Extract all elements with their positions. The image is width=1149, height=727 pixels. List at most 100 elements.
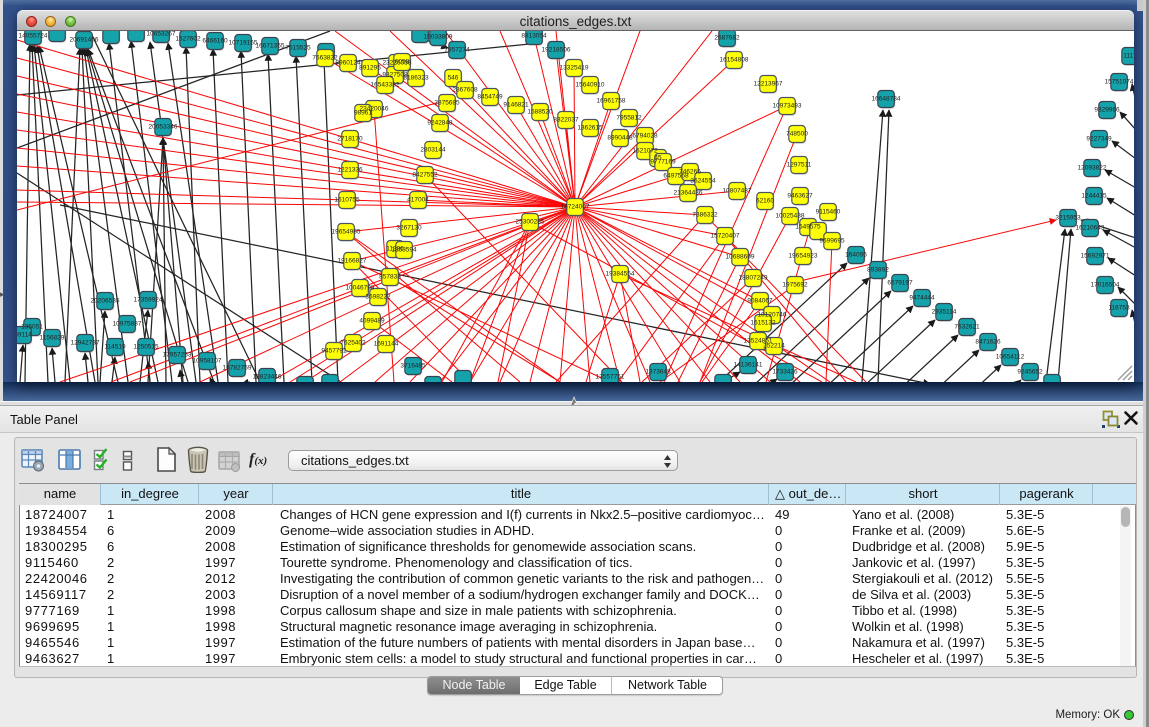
svg-text:9463627: 9463627: [787, 193, 813, 200]
svg-text:7515525: 7515525: [285, 45, 311, 52]
svg-text:10973493: 10973493: [773, 103, 802, 110]
svg-text:9777169: 9777169: [650, 159, 676, 166]
svg-text:2718170: 2718170: [337, 136, 363, 143]
svg-text:252214: 252214: [763, 343, 785, 350]
svg-text:6466160: 6466160: [202, 38, 228, 45]
svg-text:1117: 1117: [1123, 53, 1134, 60]
svg-text:8427552: 8427552: [412, 172, 438, 179]
svg-text:9146821: 9146821: [503, 102, 529, 109]
svg-text:2935114: 2935114: [932, 309, 957, 316]
svg-text:15692971: 15692971: [1081, 253, 1110, 260]
svg-text:10688609: 10688609: [726, 254, 755, 261]
svg-text:3698222: 3698222: [365, 294, 391, 301]
svg-text:12823446: 12823446: [253, 374, 282, 381]
svg-text:546: 546: [448, 75, 459, 82]
svg-text:1156829: 1156829: [40, 335, 65, 342]
svg-text:3624554: 3624554: [690, 178, 716, 185]
svg-text:13557751: 13557751: [596, 374, 625, 381]
svg-text:16961758: 16961758: [597, 98, 626, 105]
svg-text:1691144: 1691144: [374, 341, 399, 348]
svg-text:7955812: 7955812: [616, 115, 642, 122]
svg-text:19384554: 19384554: [606, 271, 635, 278]
svg-text:8186323: 8186323: [403, 75, 429, 82]
svg-text:3716485: 3716485: [400, 363, 426, 370]
svg-text:16782759: 16782759: [223, 365, 252, 372]
svg-text:7386322: 7386322: [692, 212, 718, 219]
svg-text:891295: 891295: [359, 65, 381, 72]
svg-text:17016504: 17016504: [1091, 282, 1120, 289]
svg-text:12942737: 12942737: [71, 340, 100, 347]
svg-text:9329966: 9329966: [1094, 107, 1120, 114]
svg-text:1373648: 1373648: [645, 369, 671, 376]
svg-text:10046798: 10046798: [346, 285, 375, 292]
svg-text:8960124: 8960124: [335, 60, 361, 67]
svg-text:9699695: 9699695: [819, 238, 845, 245]
svg-text:9227349: 9227349: [1086, 136, 1112, 143]
svg-text:18807249: 18807249: [739, 275, 768, 282]
svg-text:12093822: 12093822: [1078, 165, 1107, 172]
svg-text:1610755: 1610755: [334, 197, 360, 204]
svg-text:8813054: 8813054: [521, 33, 547, 40]
svg-text:39114: 39114: [17, 332, 32, 339]
svg-text:746266: 746266: [679, 169, 701, 176]
svg-text:21364436: 21364436: [674, 190, 703, 197]
svg-text:10958107: 10958107: [193, 358, 222, 365]
svg-text:1975692: 1975692: [782, 282, 808, 289]
svg-text:14055724: 14055724: [19, 33, 48, 40]
svg-text:13325419: 13325419: [560, 65, 589, 72]
svg-text:8990448: 8990448: [607, 135, 633, 142]
svg-text:2687682: 2687682: [714, 35, 740, 42]
svg-text:135051: 135051: [21, 324, 43, 331]
svg-text:7625402: 7625402: [340, 340, 366, 347]
svg-text:10654112: 10654112: [996, 354, 1025, 361]
svg-text:417004: 417004: [407, 197, 429, 204]
svg-text:9245652: 9245652: [1017, 369, 1043, 376]
svg-text:893892: 893892: [867, 267, 889, 274]
svg-text:12213967: 12213967: [754, 81, 783, 88]
svg-text:16543382: 16543382: [371, 82, 400, 89]
svg-text:10653267: 10653267: [147, 31, 176, 38]
svg-text:16210643: 16210643: [1076, 225, 1105, 232]
svg-text:15751074: 15751074: [1105, 79, 1134, 86]
svg-text:20691406: 20691406: [70, 37, 99, 44]
svg-text:116753: 116753: [1108, 305, 1130, 312]
svg-text:16671355: 16671355: [256, 43, 285, 50]
svg-text:10807487: 10807487: [723, 188, 752, 195]
svg-text:1353594: 1353594: [391, 247, 417, 254]
svg-text:1615132: 1615132: [750, 320, 776, 327]
svg-text:10120746: 10120746: [758, 312, 787, 319]
svg-text:1250515: 1250515: [133, 344, 159, 351]
svg-text:8454749: 8454749: [477, 94, 503, 101]
svg-text:6794028: 6794028: [632, 133, 658, 140]
svg-text:10719155: 10719155: [229, 40, 258, 47]
svg-text:6058: 6058: [395, 59, 410, 66]
svg-text:1244415: 1244415: [1081, 193, 1107, 200]
svg-text:1362615: 1362615: [577, 125, 603, 132]
svg-text:2803144: 2803144: [420, 147, 446, 154]
svg-text:20206535: 20206535: [91, 298, 120, 305]
svg-text:17957253: 17957253: [163, 352, 192, 359]
svg-text:25300285: 25300285: [516, 219, 545, 226]
svg-text:1221336: 1221336: [337, 167, 363, 174]
svg-text:3215953: 3215953: [1055, 215, 1081, 222]
svg-text:20053346: 20053346: [149, 124, 178, 131]
svg-text:1297511: 1297511: [787, 162, 812, 169]
svg-text:9115460: 9115460: [816, 209, 841, 216]
svg-text:19218506: 19218506: [542, 47, 571, 54]
svg-text:7663822: 7663822: [312, 55, 338, 62]
svg-text:18724007: 18724007: [561, 204, 590, 211]
svg-text:10025438: 10025438: [776, 213, 805, 220]
svg-text:6679197: 6679197: [887, 280, 913, 287]
svg-text:1588520: 1588520: [527, 109, 553, 116]
svg-text:1549575: 1549575: [795, 224, 821, 231]
svg-text:19654985: 19654985: [332, 229, 361, 236]
svg-text:17359924: 17359924: [134, 297, 163, 304]
svg-text:1527602: 1527602: [175, 36, 201, 43]
svg-text:4099489: 4099489: [359, 318, 385, 325]
svg-text:164095: 164095: [845, 252, 867, 259]
svg-text:857833: 857833: [379, 274, 401, 281]
svg-text:16648784: 16648784: [872, 96, 901, 103]
svg-text:7857274: 7857274: [444, 47, 470, 54]
svg-text:14136141: 14136141: [734, 362, 763, 369]
svg-text:10975887: 10975887: [113, 321, 142, 328]
